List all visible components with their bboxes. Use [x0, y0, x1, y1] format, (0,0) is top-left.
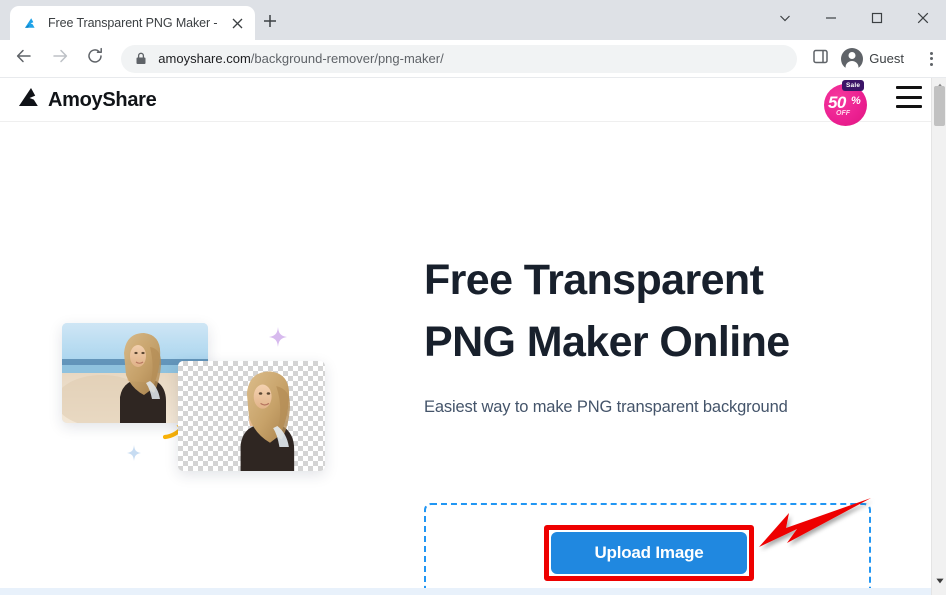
maximize-icon	[871, 11, 883, 29]
hamburger-bar	[896, 105, 922, 108]
scroll-down-arrow-icon[interactable]	[932, 573, 946, 588]
guest-avatar-icon	[841, 47, 864, 70]
kebab-dot	[930, 51, 934, 55]
headline-line-1: Free Transparent	[424, 256, 764, 304]
amoyshare-mark-icon	[17, 86, 42, 114]
transparent-background-photo	[178, 361, 325, 471]
hero-copy: Free Transparent PNG Maker Online Easies…	[424, 122, 874, 417]
address-bar[interactable]: amoyshare.com/background-remover/png-mak…	[121, 44, 798, 73]
kebab-dot	[930, 62, 934, 66]
profile-chip[interactable]: Guest	[837, 45, 916, 73]
tab-strip: Free Transparent PNG Maker -	[0, 0, 946, 40]
profile-label: Guest	[869, 51, 904, 66]
hamburger-menu-icon[interactable]	[896, 86, 922, 108]
browser-window: Free Transparent PNG Maker - amoyshare.c…	[0, 0, 946, 595]
close-icon[interactable]	[227, 13, 247, 33]
sale-badge[interactable]: Sale 50 % OFF	[824, 80, 870, 126]
sparkle-icon	[125, 443, 143, 468]
page-viewport: AmoyShare Sale 50 % OFF Free Transparent…	[0, 78, 946, 595]
sale-badge-off: OFF	[836, 110, 850, 117]
headline-line-2: PNG Maker Online	[424, 318, 790, 367]
forward-arrow-icon	[51, 47, 69, 70]
close-icon	[917, 11, 929, 29]
page-bottom-strip	[0, 588, 931, 595]
url-host: amoyshare.com	[158, 51, 251, 66]
sale-badge-percent: %	[851, 95, 861, 107]
browser-toolbar: amoyshare.com/background-remover/png-mak…	[0, 40, 946, 78]
sale-badge-tag: Sale	[842, 80, 865, 91]
back-button[interactable]	[8, 42, 40, 76]
upload-image-button[interactable]: Upload Image	[551, 532, 747, 574]
tab-search-button[interactable]	[762, 0, 808, 40]
plus-icon	[263, 14, 277, 33]
scrollbar-thumb[interactable]	[934, 86, 945, 126]
back-arrow-icon	[15, 47, 33, 70]
close-window-button[interactable]	[900, 0, 946, 40]
reload-button[interactable]	[80, 42, 112, 76]
minimize-button[interactable]	[808, 0, 854, 40]
site-header: AmoyShare	[0, 78, 931, 122]
page-scrollbar[interactable]	[931, 78, 946, 595]
site-logo[interactable]: AmoyShare	[17, 86, 157, 114]
hamburger-bar	[896, 86, 922, 89]
lock-icon	[135, 52, 149, 65]
sparkle-icon	[267, 325, 289, 354]
new-tab-button[interactable]	[258, 11, 282, 35]
minimize-icon	[825, 11, 837, 29]
reload-icon	[86, 47, 104, 70]
window-controls	[762, 0, 946, 40]
chevron-down-icon	[779, 11, 791, 29]
red-annotation-arrow-icon	[735, 490, 880, 560]
browser-menu-button[interactable]	[918, 44, 946, 74]
side-panel-button[interactable]	[805, 44, 835, 74]
hero-illustration	[55, 317, 340, 477]
forward-button[interactable]	[44, 42, 76, 76]
page-subtitle: Easiest way to make PNG transparent back…	[424, 397, 788, 416]
maximize-button[interactable]	[854, 0, 900, 40]
site-logo-text: AmoyShare	[48, 88, 157, 111]
hamburger-bar	[896, 95, 922, 99]
url-text: amoyshare.com/background-remover/png-mak…	[158, 51, 443, 66]
hero-section: Free Transparent PNG Maker Online Easies…	[0, 122, 931, 595]
kebab-dot	[930, 57, 934, 60]
tab-title: Free Transparent PNG Maker -	[48, 16, 218, 30]
amoyshare-logo-icon	[22, 15, 39, 32]
browser-tab[interactable]: Free Transparent PNG Maker -	[10, 6, 255, 40]
side-panel-icon	[813, 49, 828, 69]
toolbar-right-actions: Guest	[805, 44, 946, 74]
url-path: /background-remover/png-maker/	[250, 51, 444, 66]
page-title: Free Transparent PNG Maker Online	[424, 249, 874, 374]
